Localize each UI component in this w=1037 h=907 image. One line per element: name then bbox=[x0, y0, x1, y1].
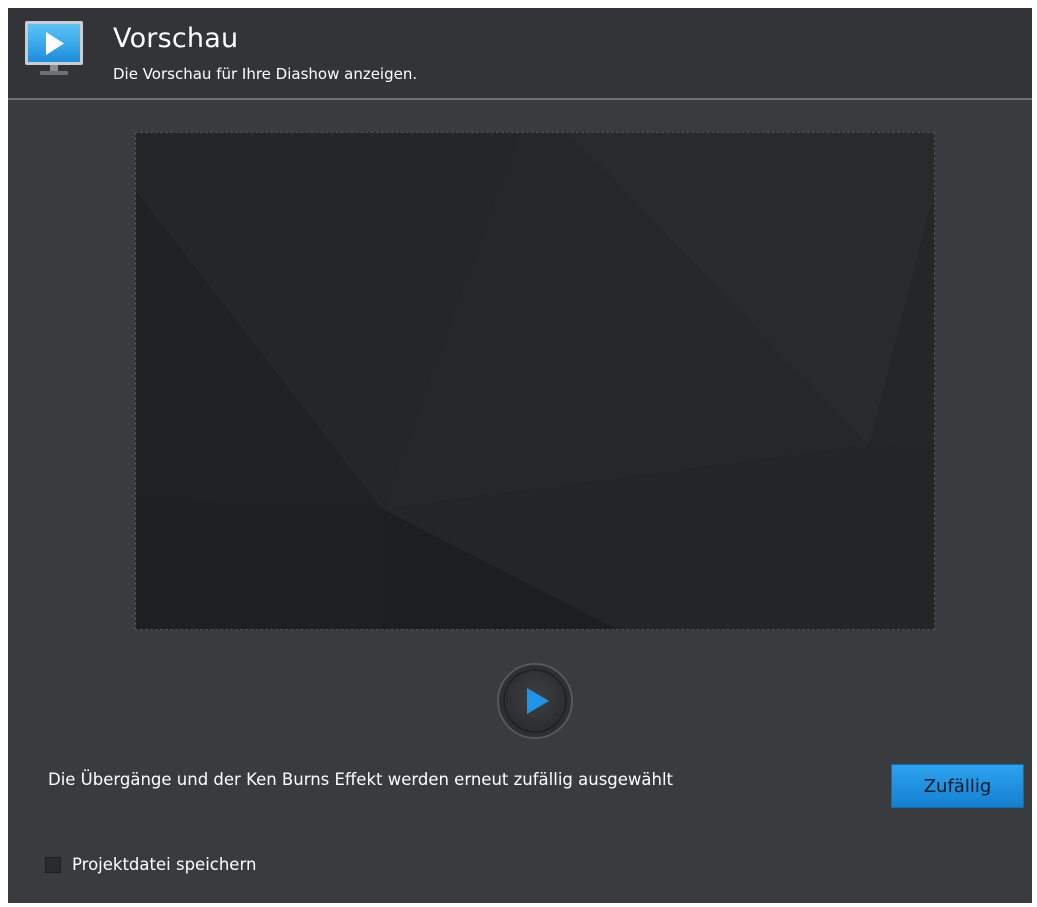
play-icon bbox=[497, 663, 573, 739]
page-subtitle: Die Vorschau für Ihre Diashow anzeigen. bbox=[113, 65, 418, 83]
play-button[interactable] bbox=[496, 662, 574, 740]
monitor-play-icon bbox=[24, 18, 84, 82]
page-title: Vorschau bbox=[113, 23, 239, 54]
randomize-button[interactable]: Zufällig bbox=[891, 764, 1024, 808]
save-project-option[interactable]: Projektdatei speichern bbox=[45, 855, 256, 874]
randomize-info-text: Die Übergänge und der Ken Burns Effekt w… bbox=[48, 770, 674, 789]
header: Vorschau Die Vorschau für Ihre Diashow a… bbox=[8, 8, 1032, 100]
slideshow-preview-area bbox=[135, 132, 935, 630]
preview-dialog: Vorschau Die Vorschau für Ihre Diashow a… bbox=[8, 8, 1032, 903]
save-project-label: Projektdatei speichern bbox=[72, 855, 257, 874]
save-project-checkbox[interactable] bbox=[45, 856, 61, 873]
